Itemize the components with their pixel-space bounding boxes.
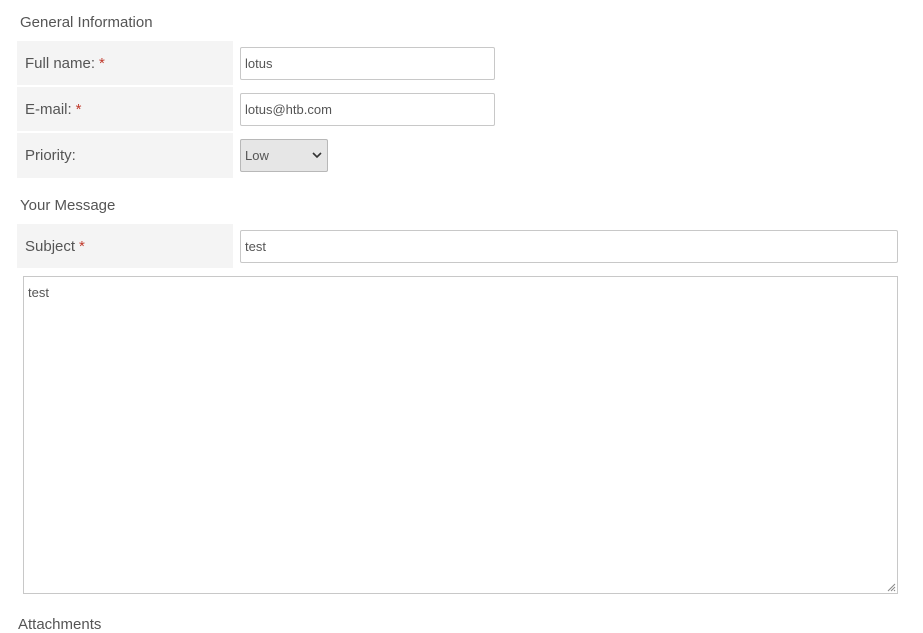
- required-mark: *: [79, 237, 85, 255]
- full-name-input[interactable]: [240, 47, 495, 80]
- subject-label: Subject *: [17, 224, 233, 268]
- your-message-title: Your Message: [20, 197, 116, 214]
- message-textarea[interactable]: test: [23, 276, 898, 594]
- chevron-down-icon: [312, 152, 322, 159]
- subject-label-text: Subject: [25, 237, 76, 255]
- priority-label-text: Priority:: [25, 147, 76, 164]
- resize-handle-icon[interactable]: [886, 582, 896, 592]
- attachments-title: Attachments: [18, 616, 102, 633]
- priority-selected-value: Low: [245, 148, 269, 163]
- message-text: test: [28, 285, 49, 300]
- required-mark: *: [75, 100, 82, 118]
- email-label-text: E-mail:: [25, 100, 72, 118]
- required-mark: *: [99, 54, 105, 72]
- subject-row: Subject *: [17, 224, 237, 268]
- full-name-label: Full name: *: [17, 41, 233, 85]
- email-label: E-mail: *: [17, 87, 233, 131]
- general-information-title: General Information: [20, 14, 153, 31]
- priority-select[interactable]: Low: [240, 139, 328, 172]
- subject-input[interactable]: [240, 230, 898, 263]
- priority-label: Priority:: [17, 133, 233, 178]
- full-name-label-text: Full name:: [25, 54, 96, 72]
- email-input[interactable]: [240, 93, 495, 126]
